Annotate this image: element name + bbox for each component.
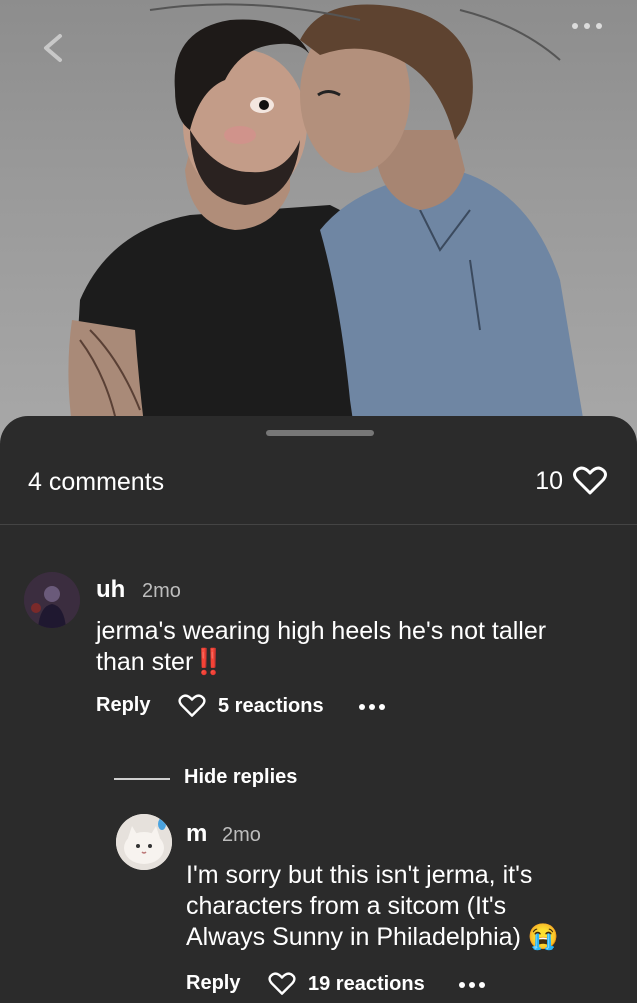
more-options-button[interactable] [567, 16, 607, 36]
reactions-count: 5 reactions [218, 694, 324, 717]
comment-count: 4 comments [28, 468, 165, 496]
replies-divider-line [114, 778, 170, 780]
reply-username[interactable]: m [186, 820, 207, 848]
more-dots-icon [572, 23, 602, 29]
avatar[interactable] [24, 572, 80, 628]
reactions-count: 19 reactions [308, 972, 425, 995]
reply-more-button[interactable] [458, 978, 488, 996]
reply-text-line: characters from a sitcom (It's [186, 892, 507, 920]
more-dots-icon [459, 982, 485, 988]
post-image [0, 0, 637, 470]
avatar[interactable] [116, 814, 172, 870]
reactions-button[interactable]: 5 reactions [178, 694, 324, 718]
comment-username[interactable]: uh [96, 576, 125, 604]
reply-text-line: I'm sorry but this isn't jerma, it's [186, 861, 533, 889]
crying-face-emoji: 😭 [527, 923, 560, 951]
chevron-left-icon [44, 34, 62, 62]
sheet-drag-handle[interactable] [266, 430, 374, 436]
reply-button[interactable]: Reply [186, 972, 240, 995]
more-dots-icon [359, 704, 385, 710]
artwork-illustration [68, 3, 600, 470]
reply-time: 2mo [222, 824, 261, 846]
reply-text-line: Always Sunny in Philadelphia) 😭 [186, 923, 560, 951]
heart-outline-icon [178, 694, 206, 717]
reply-text: I'm sorry but this isn't jerma, it's cha… [186, 860, 606, 953]
comment-body: jerma's wearing high heels he's not tall… [96, 617, 547, 676]
like-post-button[interactable]: 10 [535, 466, 607, 496]
heart-outline-icon [268, 972, 296, 995]
reactions-button[interactable]: 19 reactions [268, 972, 425, 996]
hide-replies-button[interactable]: Hide replies [184, 766, 297, 789]
comment-text: jerma's wearing high heels he's not tall… [96, 616, 566, 678]
header-divider [0, 524, 637, 525]
user-avatar-image [24, 572, 80, 628]
reply-button[interactable]: Reply [96, 694, 150, 717]
cat-avatar-image [116, 814, 172, 870]
heart-outline-icon [573, 466, 607, 495]
comments-sheet: 4 comments 10 uh 2mo jerma's wearing hig… [0, 416, 637, 1003]
double-exclamation-emoji: ‼️ [193, 648, 225, 676]
back-button[interactable] [36, 30, 72, 66]
likes-count: 10 [535, 466, 563, 495]
comment-time: 2mo [142, 580, 181, 602]
comment-more-button[interactable] [358, 700, 388, 718]
